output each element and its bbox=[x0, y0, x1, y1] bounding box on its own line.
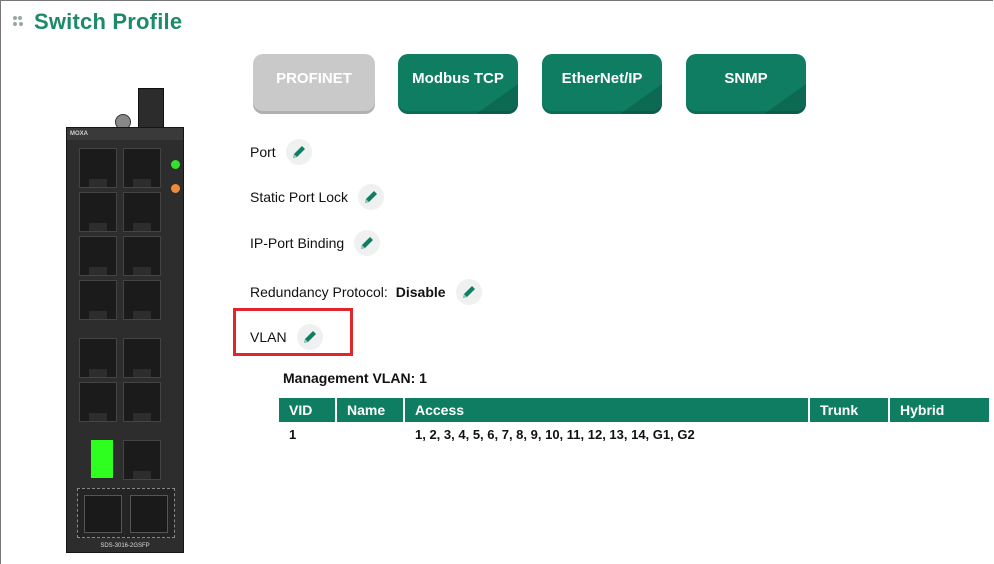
protocol-button-label: Modbus TCP bbox=[412, 69, 504, 87]
edit-pencil-icon[interactable] bbox=[296, 324, 323, 350]
cell-trunk bbox=[810, 422, 890, 446]
cell-access: 1, 2, 3, 4, 5, 6, 7, 8, 9, 10, 11, 12, 1… bbox=[415, 426, 695, 442]
device-port bbox=[79, 192, 117, 232]
setting-label: Static Port Lock bbox=[250, 189, 349, 205]
protocol-button-snmp[interactable]: SNMP bbox=[686, 54, 806, 114]
device-port bbox=[123, 382, 161, 422]
setting-vlan: VLAN bbox=[250, 324, 323, 350]
power-led bbox=[171, 160, 180, 169]
device-port bbox=[79, 148, 117, 188]
protocol-button-profinet[interactable]: PROFINET bbox=[253, 54, 375, 114]
device-model: SDS-3016-2GSFP bbox=[100, 543, 150, 549]
setting-value: Disable bbox=[395, 284, 446, 300]
vlan-table: VID Name Access Trunk Hybrid 1 1, 2, 3, … bbox=[279, 398, 989, 446]
edit-pencil-icon[interactable] bbox=[455, 279, 482, 305]
device-port bbox=[79, 236, 117, 276]
protocol-button-modbus-tcp[interactable]: Modbus TCP bbox=[398, 54, 518, 114]
cell-hybrid bbox=[890, 422, 989, 446]
page-header: Switch Profile bbox=[10, 9, 182, 35]
setting-ip-port-binding: IP-Port Binding bbox=[250, 230, 381, 256]
fault-led bbox=[171, 184, 180, 193]
device-port bbox=[123, 338, 161, 378]
edit-pencil-icon[interactable] bbox=[285, 139, 312, 165]
protocol-button-label: EtherNet/IP bbox=[561, 69, 643, 87]
device-port bbox=[123, 236, 161, 276]
column-header-hybrid: Hybrid bbox=[900, 402, 945, 418]
table-row: 1 1, 2, 3, 4, 5, 6, 7, 8, 9, 10, 11, 12,… bbox=[279, 422, 989, 446]
device-brand: MOXA bbox=[70, 131, 88, 137]
management-vlan: Management VLAN: 1 bbox=[283, 370, 427, 386]
setting-label: Port bbox=[250, 144, 276, 160]
column-header-trunk: Trunk bbox=[810, 398, 890, 422]
protocol-button-label: PROFINET bbox=[276, 69, 352, 87]
active-port-led bbox=[91, 440, 113, 478]
setting-label: IP-Port Binding bbox=[250, 235, 345, 251]
column-header-access: Access bbox=[405, 398, 810, 422]
edit-pencil-icon[interactable] bbox=[358, 184, 385, 210]
device-port bbox=[79, 382, 117, 422]
switch-device-image: MOXA SDS-3016-2GSFP bbox=[66, 127, 184, 553]
page-title: Switch Profile bbox=[34, 9, 183, 34]
protocol-button-ethernet-ip[interactable]: EtherNet/IP bbox=[542, 54, 662, 114]
device-port bbox=[79, 280, 117, 320]
sfp-slot bbox=[130, 495, 168, 533]
column-header-vid: VID bbox=[279, 398, 337, 422]
device-port bbox=[123, 440, 161, 480]
device-connector bbox=[138, 88, 164, 130]
cell-name bbox=[337, 422, 405, 446]
title-dots-icon bbox=[10, 14, 32, 30]
column-header-name: Name bbox=[337, 398, 405, 422]
setting-static-port-lock: Static Port Lock bbox=[250, 184, 385, 210]
table-header: VID Name Access Trunk Hybrid bbox=[279, 398, 989, 422]
device-port bbox=[123, 192, 161, 232]
cell-vid: 1 bbox=[289, 426, 297, 442]
setting-port: Port bbox=[250, 139, 312, 165]
device-port bbox=[79, 338, 117, 378]
sfp-slot bbox=[84, 495, 122, 533]
setting-label: VLAN bbox=[250, 329, 287, 345]
sfp-slots bbox=[77, 488, 175, 538]
protocol-button-label: SNMP bbox=[724, 69, 768, 87]
setting-label: Redundancy Protocol: bbox=[250, 284, 388, 300]
device-port bbox=[123, 148, 161, 188]
device-port bbox=[123, 280, 161, 320]
edit-pencil-icon[interactable] bbox=[354, 230, 381, 256]
setting-redundancy-protocol: Redundancy Protocol: Disable bbox=[250, 279, 482, 305]
